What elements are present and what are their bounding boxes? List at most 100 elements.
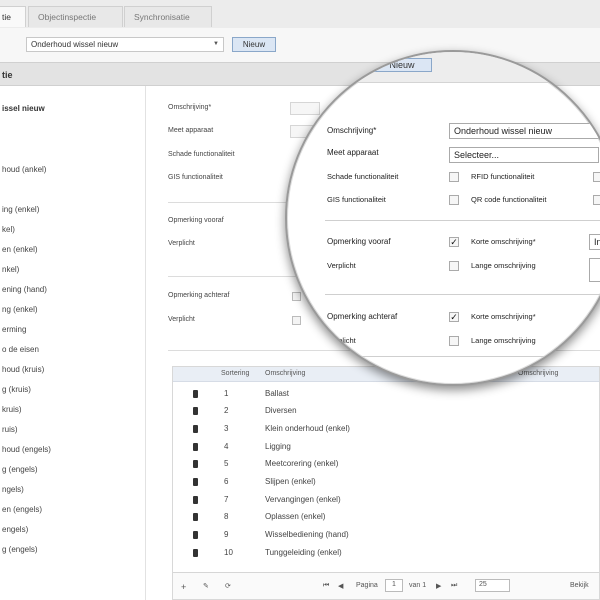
magnified-meet-apparaat-select[interactable]: Selecteer... xyxy=(449,147,599,163)
list-item[interactable]: g (engels) xyxy=(2,465,38,474)
new-button[interactable]: Nieuw xyxy=(232,37,276,52)
per-page-select[interactable]: 25 xyxy=(475,579,510,592)
tab-bar: tie Objectinspectie Synchronisatie xyxy=(0,0,600,29)
verplicht-checkbox-2[interactable] xyxy=(449,336,459,346)
first-page-icon[interactable]: ⏮ xyxy=(323,582,329,590)
label-verplicht-2: Verplicht xyxy=(168,316,195,323)
magnified-label-korte-1: Korte omschrijving* xyxy=(471,237,536,246)
list-item[interactable]: houd (engels) xyxy=(2,445,51,454)
refresh-icon[interactable]: ⟳ xyxy=(225,582,231,590)
list-item[interactable]: nkel) xyxy=(2,265,19,274)
row-number: 5 xyxy=(224,459,229,468)
trash-icon[interactable] xyxy=(193,478,198,486)
list-item[interactable]: erming xyxy=(2,325,26,334)
omschrijving-input-bg[interactable] xyxy=(290,102,320,115)
table-row[interactable]: 8 Oplassen (enkel) xyxy=(173,508,599,528)
opmerking-achteraf-checkbox[interactable]: ✓ xyxy=(449,312,459,322)
list-item[interactable]: houd (kruis) xyxy=(2,365,44,374)
prev-page-icon[interactable]: ◀ xyxy=(338,582,343,590)
list-item[interactable]: engels) xyxy=(2,525,28,534)
table-row[interactable]: 10 Tunggeleiding (enkel) xyxy=(173,544,599,564)
row-number: 6 xyxy=(224,477,229,486)
last-page-icon[interactable]: ⏭ xyxy=(451,582,457,590)
magnified-label-meet-apparaat: Meet apparaat xyxy=(327,148,379,157)
trash-icon[interactable] xyxy=(193,496,198,504)
schade-checkbox[interactable] xyxy=(449,172,459,182)
list-item[interactable]: ng (enkel) xyxy=(2,305,38,314)
add-icon[interactable]: + xyxy=(181,582,186,592)
verplicht-checkbox-bg[interactable] xyxy=(292,316,301,325)
page-input[interactable]: 1 xyxy=(385,579,403,592)
list-item[interactable]: g (kruis) xyxy=(2,385,31,394)
row-description: Ligging xyxy=(265,442,291,451)
trash-icon[interactable] xyxy=(193,549,198,557)
magnified-label-qr: QR code functionaliteit xyxy=(471,195,547,204)
gis-checkbox[interactable] xyxy=(449,195,459,205)
magnified-omschrijving-input[interactable]: Onderhoud wissel nieuw xyxy=(449,123,599,139)
list-title[interactable]: issel nieuw xyxy=(2,104,45,113)
table-row[interactable]: 9 Wisselbediening (hand) xyxy=(173,526,599,546)
list-item[interactable]: o de eisen xyxy=(2,345,39,354)
row-number: 1 xyxy=(224,389,229,398)
trash-icon[interactable] xyxy=(193,425,198,433)
magnified-label-korte-2: Korte omschrijving* xyxy=(471,312,536,321)
trash-icon[interactable] xyxy=(193,443,198,451)
list-item[interactable]: en (enkel) xyxy=(2,245,38,254)
table-row[interactable]: 5 Meetcorering (enkel) xyxy=(173,455,599,475)
magnified-label-schade: Schade functionaliteit xyxy=(327,172,399,181)
magnified-label-verplicht-1: Verplicht xyxy=(327,261,356,270)
magnified-new-button[interactable]: Nieuw xyxy=(372,58,432,72)
trash-icon[interactable] xyxy=(193,531,198,539)
checklist-table: Sortering Omschrijving Omschrijving 1 Bal… xyxy=(172,366,600,600)
list-item[interactable]: kel) xyxy=(2,225,15,234)
list-item[interactable]: ngels) xyxy=(2,485,24,494)
template-select[interactable]: Onderhoud wissel nieuw ▼ xyxy=(26,37,224,52)
magnified-label-opmerking-achteraf: Opmerking achteraf xyxy=(327,312,398,321)
row-description: Diversen xyxy=(265,406,297,415)
table-row[interactable]: 3 Klein onderhoud (enkel) xyxy=(173,420,599,440)
lange-omschrijving-input-1[interactable] xyxy=(589,258,600,282)
magnified-label-lange-2: Lange omschrijving xyxy=(471,336,536,345)
verplicht-checkbox-1[interactable] xyxy=(449,261,459,271)
row-number: 3 xyxy=(224,424,229,433)
row-number: 7 xyxy=(224,495,229,504)
qr-checkbox[interactable] xyxy=(593,195,600,205)
col-omschrijving-2[interactable]: Omschrijving xyxy=(518,370,558,377)
row-description: Wisselbediening (hand) xyxy=(265,530,349,539)
list-item[interactable]: houd (ankel) xyxy=(2,165,46,174)
list-item[interactable]: ing (enkel) xyxy=(2,205,39,214)
opmerking-achteraf-checkbox-bg[interactable] xyxy=(292,292,301,301)
table-row[interactable]: 2 Diversen xyxy=(173,402,599,422)
list-item[interactable]: ruis) xyxy=(2,425,18,434)
opmerking-vooraf-checkbox[interactable]: ✓ xyxy=(449,237,459,247)
row-number: 8 xyxy=(224,512,229,521)
rfid-checkbox[interactable] xyxy=(593,172,600,182)
row-description: Tunggeleiding (enkel) xyxy=(265,548,342,557)
row-description: Vervangingen (enkel) xyxy=(265,495,341,504)
tab-synchronisatie[interactable]: Synchronisatie xyxy=(124,6,212,27)
row-number: 4 xyxy=(224,442,229,451)
list-item[interactable]: kruis) xyxy=(2,405,22,414)
tab-inspectie[interactable]: tie xyxy=(0,6,26,27)
col-sortering[interactable]: Sortering xyxy=(221,370,249,377)
magnified-label-omschrijving: Omschrijving* xyxy=(327,126,377,135)
divider xyxy=(325,220,600,221)
row-description: Oplassen (enkel) xyxy=(265,512,326,521)
trash-icon[interactable] xyxy=(193,407,198,415)
van-label: van 1 xyxy=(409,582,427,589)
next-page-icon[interactable]: ▶ xyxy=(436,582,441,590)
trash-icon[interactable] xyxy=(193,390,198,398)
edit-icon[interactable]: ✎ xyxy=(203,582,209,590)
col-omschrijving[interactable]: Omschrijving xyxy=(265,370,305,377)
list-item[interactable]: g (engels) xyxy=(2,545,38,554)
korte-omschrijving-input-1[interactable]: In xyxy=(589,234,600,250)
trash-icon[interactable] xyxy=(193,460,198,468)
chevron-down-icon: ▼ xyxy=(213,41,219,47)
trash-icon[interactable] xyxy=(193,513,198,521)
list-item[interactable]: ening (hand) xyxy=(2,285,47,294)
table-row[interactable]: 6 Slijpen (enkel) xyxy=(173,473,599,493)
magnified-label-gis: GIS functionaliteit xyxy=(327,195,386,204)
list-item[interactable]: en (engels) xyxy=(2,505,42,514)
magnified-label-verplicht-2: Verplicht xyxy=(327,336,356,345)
tab-objectinspectie[interactable]: Objectinspectie xyxy=(28,6,123,27)
